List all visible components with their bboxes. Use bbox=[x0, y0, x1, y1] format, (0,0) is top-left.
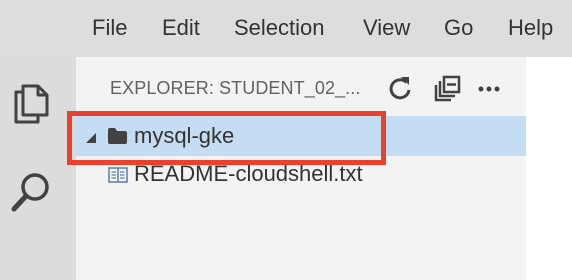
activity-bar bbox=[0, 57, 76, 280]
search-icon[interactable] bbox=[10, 169, 54, 215]
tree-item-label: README-cloudshell.txt bbox=[134, 161, 363, 186]
text-file-icon bbox=[108, 167, 128, 183]
editor-area bbox=[526, 57, 572, 280]
menu-go[interactable]: Go bbox=[444, 15, 473, 41]
tree-item-folder[interactable]: mysql-gke bbox=[76, 116, 526, 156]
collapse-all-icon[interactable] bbox=[434, 74, 462, 102]
explorer-sidebar: EXPLORER: STUDENT_02_... mysql-gke READM… bbox=[76, 57, 526, 280]
more-actions-icon[interactable] bbox=[478, 81, 500, 92]
menu-view[interactable]: View bbox=[363, 15, 410, 41]
tree-item-file[interactable]: README-cloudshell.txt bbox=[76, 156, 526, 196]
menu-bar: File Edit Selection View Go Help bbox=[0, 0, 572, 57]
explorer-title: EXPLORER: STUDENT_02_... bbox=[110, 78, 361, 98]
expanded-chevron-icon[interactable] bbox=[85, 131, 97, 143]
explorer-files-icon[interactable] bbox=[12, 81, 50, 125]
menu-help[interactable]: Help bbox=[508, 15, 553, 41]
tree-item-label: mysql-gke bbox=[134, 123, 235, 148]
menu-selection[interactable]: Selection bbox=[234, 15, 325, 41]
refresh-icon[interactable] bbox=[387, 74, 413, 102]
folder-icon bbox=[108, 128, 127, 144]
menu-file[interactable]: File bbox=[92, 15, 127, 41]
menu-edit[interactable]: Edit bbox=[162, 15, 200, 41]
